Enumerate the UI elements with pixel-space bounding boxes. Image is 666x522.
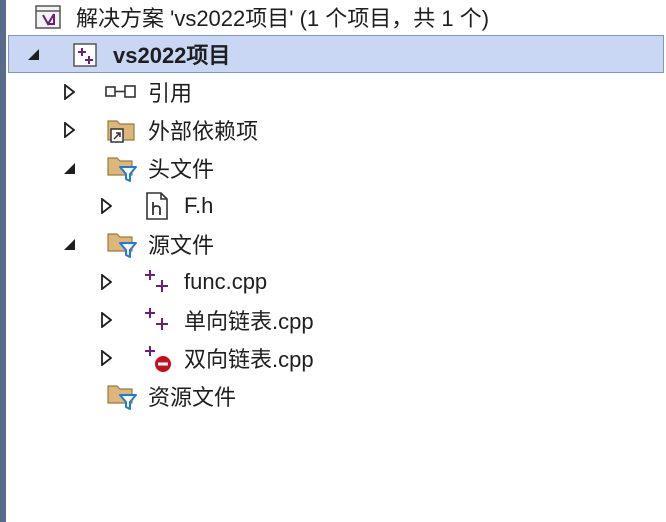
cpp-file-icon [142, 305, 170, 333]
source-files-label: 源文件 [148, 233, 215, 258]
filter-folder-icon [106, 153, 137, 182]
header-files-label: 头文件 [148, 157, 215, 182]
cpp-project-icon [71, 41, 99, 69]
filter-folder-icon [106, 229, 137, 258]
tree-node-references[interactable]: 引用 [6, 73, 666, 111]
tree-node-source-files[interactable]: 源文件 [6, 225, 666, 263]
header-file-icon [144, 191, 172, 220]
func-cpp-label: func.cpp [184, 269, 268, 294]
collapsed-arrow-icon[interactable] [98, 350, 114, 366]
collapsed-arrow-icon[interactable] [98, 274, 114, 290]
collapsed-arrow-icon[interactable] [61, 84, 77, 100]
tree-node-resource-files[interactable]: 资源文件 [6, 377, 666, 415]
tree-node-single-linked-list-cpp[interactable]: 单向链表.cpp [6, 301, 666, 339]
tree-node-double-linked-list-cpp[interactable]: 双向链表.cpp [6, 339, 666, 377]
external-dependencies-label: 外部依赖项 [148, 119, 259, 144]
collapsed-arrow-icon[interactable] [98, 312, 114, 328]
cpp-file-icon [142, 267, 170, 295]
collapsed-arrow-icon[interactable] [98, 198, 114, 214]
external-dependencies-icon [106, 116, 135, 144]
expanded-arrow-icon[interactable] [61, 160, 77, 176]
tree-node-func-cpp[interactable]: func.cpp [6, 263, 666, 301]
tree-node-project[interactable]: vs2022项目 [8, 35, 664, 73]
references-icon [104, 78, 136, 106]
filter-folder-icon [106, 381, 137, 410]
solution-icon [34, 3, 62, 31]
expanded-arrow-icon[interactable] [25, 46, 41, 62]
project-label: vs2022项目 [113, 43, 231, 68]
tree-node-f-h[interactable]: F.h [6, 187, 666, 225]
references-label: 引用 [148, 81, 193, 106]
tree-node-solution[interactable]: 解决方案 'vs2022项目' (1 个项目，共 1 个) [6, 0, 666, 36]
resource-files-label: 资源文件 [148, 385, 237, 410]
expanded-arrow-icon[interactable] [61, 236, 77, 252]
collapsed-arrow-icon[interactable] [61, 122, 77, 138]
tree-node-external-dependencies[interactable]: 外部依赖项 [6, 111, 666, 149]
double-linked-list-cpp-label: 双向链表.cpp [184, 347, 314, 372]
solution-label: 解决方案 'vs2022项目' (1 个项目，共 1 个) [76, 6, 490, 31]
single-linked-list-cpp-label: 单向链表.cpp [184, 309, 314, 334]
cpp-file-excluded-icon [142, 343, 171, 372]
f-h-label: F.h [184, 193, 214, 218]
tree-node-header-files[interactable]: 头文件 [6, 149, 666, 187]
